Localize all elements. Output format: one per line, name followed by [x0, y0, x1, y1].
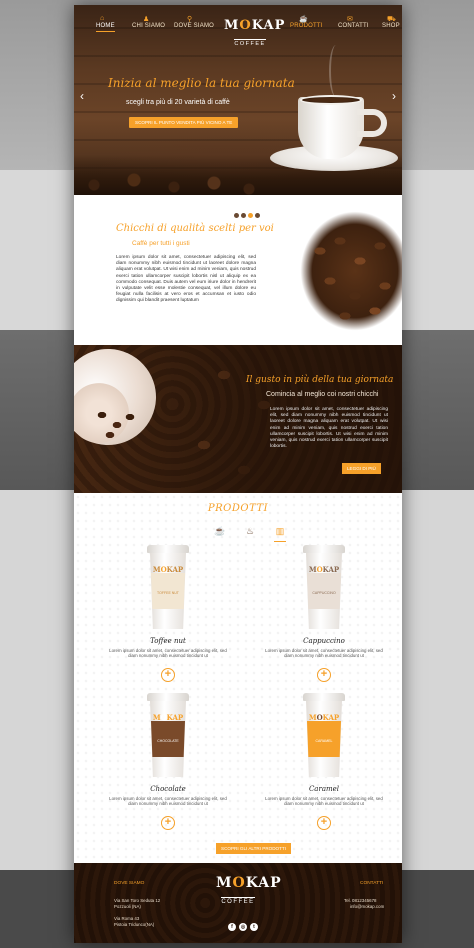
taste-text: Lorem ipsum dolor sit amet, consectetuer…: [270, 407, 388, 450]
footer-address-2: Via Roma 43: [114, 916, 140, 921]
taste-section: Il gusto in più della tua giornata Comin…: [74, 335, 402, 493]
takeaway-cup-image: MOKAP CHOCOLATE: [147, 693, 189, 777]
twitter-icon[interactable]: t: [250, 923, 258, 931]
chevron-right-icon[interactable]: ›: [392, 89, 396, 103]
map-pin-icon: ⚲: [187, 16, 193, 23]
product-categories: ☕ ♨ ▥: [212, 521, 302, 542]
takeaway-cup-image: MOKAP TOFFEE NUT: [147, 545, 189, 629]
store-locator-button[interactable]: SCOPRI IL PUNTO VENDITA PIÙ VICINO A TE: [129, 117, 239, 128]
footer-phone[interactable]: Tel. 0812345678: [344, 898, 376, 903]
nav-shop[interactable]: SHOP: [382, 23, 400, 29]
chevron-left-icon[interactable]: ‹: [80, 89, 84, 103]
product-name: Chocolate: [150, 785, 186, 793]
mug-icon[interactable]: ♨: [242, 526, 258, 540]
home-icon: ⌂: [100, 15, 105, 22]
coffee-cup-icon[interactable]: ☕: [212, 526, 228, 540]
product-card: MOKAP TOFFEE NUT Toffee nut Lorem ipsum …: [108, 545, 228, 682]
instagram-icon[interactable]: ◎: [239, 923, 247, 931]
users-icon: ♟: [143, 16, 150, 23]
coffee-cup: [298, 97, 364, 159]
read-more-button[interactable]: LEGGI DI PIÙ: [342, 463, 381, 474]
nav-dove-siamo[interactable]: DOVE SIAMO: [174, 23, 214, 29]
slider-dot[interactable]: [255, 213, 260, 218]
slider-dot-active[interactable]: [248, 213, 253, 218]
takeaway-cup-image: MOKAP CARAMEL: [303, 693, 345, 777]
footer-where-title: DOVE SIAMO: [114, 881, 145, 886]
product-card: MOKAP CARAMEL Caramel Lorem ipsum dolor …: [264, 693, 384, 830]
hero-subtitle: scegli tra più di 20 varietà di caffè: [126, 99, 230, 106]
hero-title: Inizia al meglio la tua giornata: [108, 76, 295, 90]
product-description: Lorem ipsum dolor sit amet, consectetuer…: [109, 796, 227, 807]
more-products-button[interactable]: SCOPRI GLI ALTRI PRODOTTI: [216, 843, 292, 854]
nav-home[interactable]: HOME: [96, 23, 115, 32]
social-links: f ◎ t: [228, 915, 261, 933]
quality-title: Chicchi di qualità scelti per voi: [116, 223, 274, 234]
product-description: Lorem ipsum dolor sit amet, consectetuer…: [109, 648, 227, 659]
footer-email[interactable]: info@mokap.com: [350, 904, 384, 909]
nav-chi-siamo[interactable]: CHI SIAMO: [132, 23, 165, 29]
plus-icon[interactable]: +: [161, 667, 175, 682]
website-mockup: ⌂ HOME ♟ CHI SIAMO ⚲ DOVE SIAMO MOKAP CO…: [74, 5, 402, 943]
nav-contatti[interactable]: CONTATTI: [338, 23, 369, 29]
product-card: MOKAP CHOCOLATE Chocolate Lorem ipsum do…: [108, 693, 228, 830]
nav-prodotti[interactable]: PRODOTTI: [290, 23, 323, 29]
coffee-cup-icon: ☕: [299, 16, 308, 23]
main-nav: ⌂ HOME ♟ CHI SIAMO ⚲ DOVE SIAMO MOKAP CO…: [74, 15, 402, 47]
product-card: MOKAP CAPPUCCINO Cappuccino Lorem ipsum …: [264, 545, 384, 682]
coffee-beans-image: [300, 211, 402, 331]
product-name: Cappuccino: [303, 637, 345, 645]
product-description: Lorem ipsum dolor sit amet, consectetuer…: [265, 796, 383, 807]
brand-logo[interactable]: MOKAP COFFEE: [224, 19, 284, 50]
footer-contacts-title: CONTATTI: [360, 881, 384, 886]
products-section: PRODOTTI ☕ ♨ ▥ MOKAP TOFFEE NUT Toffee nut…: [74, 493, 402, 863]
footer-address-1: Via San Toro Seduta 12: [114, 898, 161, 903]
slider-dot[interactable]: [241, 213, 246, 218]
taste-title: Il gusto in più della tua giornata: [246, 375, 394, 385]
plus-icon[interactable]: +: [317, 815, 331, 830]
taste-subtitle: Comincia al meglio coi nostri chicchi: [266, 391, 379, 398]
hero-section: ⌂ HOME ♟ CHI SIAMO ⚲ DOVE SIAMO MOKAP CO…: [74, 5, 402, 195]
footer-city-2: Pistoia Tridunco(NA): [114, 922, 155, 927]
product-description: Lorem ipsum dolor sit amet, consectetuer…: [265, 648, 383, 659]
products-title: PRODOTTI: [207, 503, 269, 514]
facebook-icon[interactable]: f: [228, 923, 236, 931]
slider-dot[interactable]: [234, 213, 239, 218]
takeaway-cup-image: MOKAP CAPPUCCINO: [303, 545, 345, 629]
steam: [329, 45, 343, 97]
quality-text: Lorem ipsum dolor sit amet, consectetuer…: [116, 255, 256, 304]
plus-icon[interactable]: +: [161, 815, 175, 830]
slider-dots: [234, 205, 262, 223]
footer: DOVE SIAMO Via San Toro Seduta 12 Pozzuo…: [74, 863, 402, 943]
product-name: Toffee nut: [150, 637, 186, 645]
footer-logo[interactable]: MOKAP COFFEE: [216, 876, 281, 908]
mail-icon: ✉: [347, 16, 353, 23]
quality-subtitle: Caffè per tutti i gusti: [132, 240, 190, 247]
quality-section: Chicchi di qualità scelti per voi Caffè …: [74, 195, 402, 345]
footer-city-1: Pozzuoli (NA): [114, 904, 141, 909]
product-name: Caramel: [308, 785, 340, 793]
takeaway-cup-icon[interactable]: ▥: [272, 526, 288, 542]
plus-icon[interactable]: +: [317, 667, 331, 682]
